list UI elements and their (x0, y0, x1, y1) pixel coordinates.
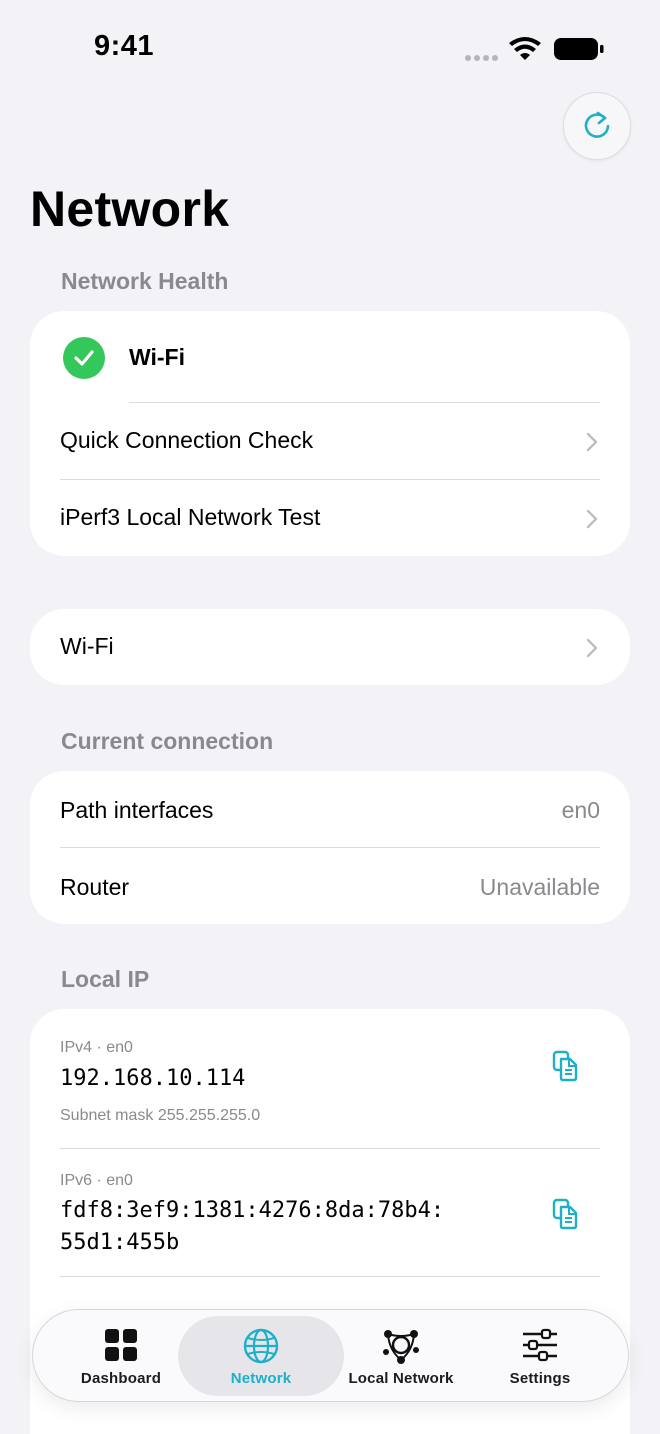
tab-dashboard[interactable]: Dashboard (51, 1310, 191, 1403)
wifi-card-label: Wi-Fi (60, 633, 114, 659)
tab-settings[interactable]: Settings (470, 1310, 610, 1403)
refresh-button[interactable] (563, 92, 631, 160)
chevron-right-icon (586, 432, 598, 452)
divider (60, 1148, 600, 1149)
tab-local-network[interactable]: Local Network (331, 1310, 471, 1403)
divider (60, 1276, 600, 1277)
tab-network[interactable]: Network (191, 1310, 331, 1403)
iperf3-test-label: iPerf3 Local Network Test (60, 504, 321, 530)
copy-icon[interactable] (550, 1197, 580, 1231)
ipv4-subnet: Subnet mask 255.255.255.0 (60, 1107, 261, 1124)
chevron-right-icon (586, 638, 598, 658)
path-interfaces-value: en0 (561, 797, 600, 823)
tab-network-label: Network (230, 1370, 292, 1387)
refresh-icon (584, 111, 610, 138)
network-health-header: Network Health (61, 268, 229, 294)
sliders-icon (523, 1328, 557, 1362)
wifi-status-icon (509, 37, 541, 60)
grid-icon (105, 1329, 137, 1361)
cellular-signal-icon (465, 55, 498, 61)
status-time: 9:41 (94, 30, 155, 62)
copy-icon[interactable] (550, 1049, 580, 1083)
ipv6-address-line1: fdf8:3ef9:1381:4276:8da:78b4: (60, 1198, 445, 1223)
wifi-card[interactable]: Wi-Fi (30, 609, 630, 685)
path-interfaces-label: Path interfaces (60, 797, 214, 823)
router-value: Unavailable (479, 874, 600, 900)
network-nodes-icon (383, 1330, 419, 1364)
page-title: Network (30, 181, 230, 237)
tab-dashboard-label: Dashboard (80, 1370, 162, 1387)
ipv6-type-label: IPv6 · en0 (60, 1172, 133, 1189)
current-connection-card: Path interfaces en0 Router Unavailable (30, 771, 630, 924)
quick-connection-check-row[interactable]: Quick Connection Check (30, 403, 630, 479)
path-interfaces-row: Path interfaces en0 (30, 771, 630, 847)
wifi-health-label: Wi-Fi (129, 344, 185, 370)
quick-connection-check-label: Quick Connection Check (60, 427, 314, 453)
checkmark-icon (63, 337, 105, 379)
tab-bar: Dashboard Network Local Network Settings (32, 1309, 629, 1402)
status-bar: 9:41 (0, 0, 660, 100)
ipv6-address-line2: 55d1:455b (60, 1230, 180, 1255)
chevron-right-icon (586, 509, 598, 529)
wifi-health-row: Wi-Fi (30, 311, 630, 403)
ipv4-address: 192.168.10.114 (60, 1066, 246, 1091)
router-row: Router Unavailable (30, 848, 630, 924)
tab-settings-label: Settings (509, 1370, 571, 1387)
battery-icon (554, 38, 604, 60)
tab-local-network-label: Local Network (348, 1370, 454, 1387)
current-connection-header: Current connection (61, 728, 274, 754)
network-health-card: Wi-Fi Quick Connection Check iPerf3 Loca… (30, 311, 630, 556)
local-ip-header: Local IP (61, 966, 150, 992)
router-label: Router (60, 874, 130, 900)
globe-icon (243, 1328, 279, 1364)
iperf3-test-row[interactable]: iPerf3 Local Network Test (30, 480, 630, 556)
ipv4-type-label: IPv4 · en0 (60, 1039, 133, 1056)
